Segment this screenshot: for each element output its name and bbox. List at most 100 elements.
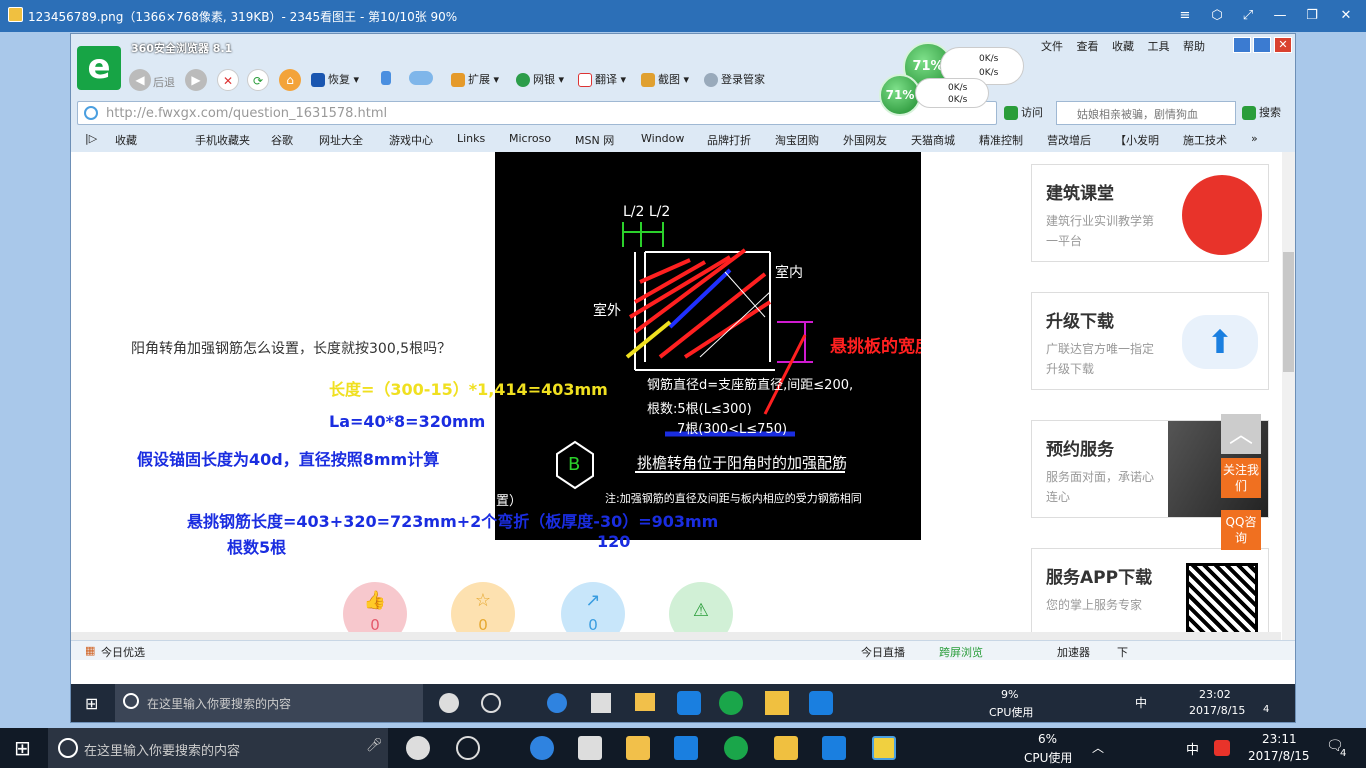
browser-minimize-button[interactable] bbox=[1233, 37, 1251, 53]
inner-cpu-value: 9% bbox=[1001, 688, 1019, 701]
notes-icon[interactable] bbox=[774, 736, 798, 760]
task-view-icon[interactable] bbox=[439, 693, 459, 713]
folder-icon[interactable] bbox=[626, 736, 650, 760]
browser-g-icon[interactable] bbox=[481, 693, 501, 713]
2345-icon[interactable] bbox=[677, 691, 701, 715]
back-button[interactable]: ◀ bbox=[129, 69, 151, 91]
fav-item[interactable]: 网址大全 bbox=[319, 132, 363, 148]
search-input[interactable]: 姑娘相亲被骗，剧情狗血 bbox=[1056, 101, 1236, 125]
inner-notification-count[interactable]: 4 bbox=[1263, 704, 1269, 715]
menu-file[interactable]: 文件 bbox=[1041, 40, 1063, 53]
restore-label: 恢复 bbox=[328, 73, 350, 86]
fav-item[interactable]: 淘宝团购 bbox=[775, 132, 819, 148]
folder-icon[interactable] bbox=[635, 693, 655, 711]
browser-maximize-button[interactable] bbox=[1253, 37, 1271, 53]
menu-tools[interactable]: 工具 bbox=[1148, 40, 1170, 53]
horizontal-scrollbar[interactable] bbox=[71, 632, 1281, 640]
menu-view[interactable]: 查看 bbox=[1077, 40, 1099, 53]
bank-button[interactable]: 网银 ▾ bbox=[516, 71, 564, 89]
edge-icon[interactable] bbox=[530, 736, 554, 760]
menu-help[interactable]: 帮助 bbox=[1183, 40, 1205, 53]
cortana-icon bbox=[123, 693, 139, 709]
status-accelerator[interactable]: 加速器 bbox=[1057, 644, 1090, 660]
notes-icon[interactable] bbox=[765, 691, 789, 715]
status-download[interactable]: 下 bbox=[1117, 644, 1128, 660]
task-view-icon[interactable] bbox=[406, 736, 430, 760]
fav-item[interactable]: Links bbox=[457, 132, 485, 145]
follow-us-button[interactable]: 关注我们 bbox=[1221, 458, 1261, 498]
fav-item[interactable]: 【小发明 bbox=[1115, 132, 1159, 148]
sidebar-toggle-icon[interactable]: |▷ bbox=[85, 132, 97, 145]
fav-item[interactable]: 施工技术 bbox=[1183, 132, 1227, 148]
360-browser-icon[interactable] bbox=[724, 736, 748, 760]
ime-indicator[interactable]: 中 bbox=[1186, 739, 1199, 758]
qq-consult-button[interactable]: QQ咨询 bbox=[1221, 510, 1261, 550]
fav-item[interactable]: 营改增后 bbox=[1047, 132, 1091, 148]
more-chevron-icon[interactable]: » bbox=[1251, 132, 1258, 145]
share-icon: ↗ bbox=[585, 590, 601, 611]
fav-item[interactable]: 收藏 bbox=[115, 132, 137, 148]
microphone-icon[interactable]: 🎤︎ bbox=[366, 738, 383, 753]
fav-item[interactable]: Microso bbox=[509, 132, 551, 145]
skin-icon[interactable]: ⬡ bbox=[1207, 6, 1227, 26]
start-icon[interactable]: ⊞ bbox=[14, 736, 31, 760]
back-to-top-button[interactable]: ︿ bbox=[1221, 414, 1261, 454]
fav-item[interactable]: 谷歌 bbox=[271, 132, 293, 148]
start-icon[interactable]: ⊞ bbox=[85, 694, 98, 713]
restore-button[interactable]: 恢复 ▾ bbox=[311, 71, 359, 89]
card-upgrade[interactable]: 升级下载 广联达官方唯一指定升级下载 ⬆ bbox=[1031, 292, 1269, 390]
scroll-thumb[interactable] bbox=[1283, 252, 1294, 372]
fav-item[interactable]: 外国网友 bbox=[843, 132, 887, 148]
edge-icon[interactable] bbox=[547, 693, 567, 713]
extend-button[interactable]: 扩展 ▾ bbox=[451, 71, 499, 89]
refresh-button[interactable]: ⟳ bbox=[247, 69, 269, 91]
2345-icon[interactable] bbox=[674, 736, 698, 760]
add-app-icon[interactable] bbox=[822, 736, 846, 760]
screenshot-button[interactable]: 截图 ▾ bbox=[641, 71, 689, 89]
status-cross-screen[interactable]: 跨屏浏览 bbox=[939, 644, 983, 660]
home-button[interactable]: ⌂ bbox=[279, 69, 301, 91]
360-browser-icon[interactable] bbox=[719, 691, 743, 715]
scissors-icon bbox=[641, 73, 655, 87]
fav-item[interactable]: 品牌打折 bbox=[707, 132, 751, 148]
login-manager-button[interactable]: 登录管家 bbox=[704, 71, 765, 89]
browser-close-button[interactable]: ✕ bbox=[1274, 37, 1292, 53]
taskbar-search-box[interactable]: 在这里输入你要搜索的内容 🎤︎ bbox=[48, 728, 388, 768]
fav-item[interactable]: 精准控制 bbox=[979, 132, 1023, 148]
inner-ime[interactable]: 中 bbox=[1135, 694, 1147, 711]
fav-item[interactable]: 游戏中心 bbox=[389, 132, 433, 148]
address-bar[interactable]: http://e.fwxgx.com/question_1631578.html bbox=[77, 101, 997, 125]
search-button[interactable]: 搜索 bbox=[1238, 101, 1290, 125]
translate-button[interactable]: 翻译 ▾ bbox=[578, 71, 626, 89]
card-classroom[interactable]: 建筑课堂 建筑行业实训教学第一平台 bbox=[1031, 164, 1269, 262]
vertical-scrollbar[interactable] bbox=[1282, 152, 1295, 642]
fav-item[interactable]: MSN 网 bbox=[575, 132, 614, 148]
maximize-button[interactable]: ❐ bbox=[1302, 6, 1322, 26]
inner-search-box[interactable]: 在这里输入你要搜索的内容 bbox=[115, 684, 423, 722]
add-app-icon[interactable] bbox=[809, 691, 833, 715]
cloud-icon[interactable] bbox=[409, 71, 436, 89]
store-icon[interactable] bbox=[591, 693, 611, 713]
card-title: 升级下载 bbox=[1046, 312, 1114, 332]
status-live[interactable]: 今日直播 bbox=[861, 644, 905, 660]
minimize-button[interactable]: — bbox=[1270, 6, 1290, 26]
close-button[interactable]: ✕ bbox=[1336, 6, 1356, 26]
menu-icon[interactable]: ≡ bbox=[1175, 6, 1195, 26]
forward-button[interactable]: ▶ bbox=[185, 69, 207, 91]
menu-favorites[interactable]: 收藏 bbox=[1112, 40, 1134, 53]
browser-g-icon[interactable] bbox=[456, 736, 480, 760]
translate-label: 翻译 bbox=[595, 73, 617, 86]
image-viewer-icon[interactable] bbox=[872, 736, 896, 760]
tray-chevron-icon[interactable]: ︿ bbox=[1092, 739, 1104, 756]
sogou-icon[interactable] bbox=[1214, 740, 1230, 756]
status-today-pick[interactable]: 今日优选 bbox=[101, 644, 145, 660]
fullscreen-icon[interactable]: ⤢ bbox=[1238, 6, 1258, 26]
fav-item[interactable]: 手机收藏夹 bbox=[195, 132, 250, 148]
fav-item[interactable]: Window bbox=[641, 132, 684, 145]
phone-icon[interactable] bbox=[381, 71, 394, 89]
go-button[interactable]: 访问 bbox=[1004, 104, 1043, 120]
fav-item[interactable]: 天猫商城 bbox=[911, 132, 955, 148]
classroom-logo-icon bbox=[1182, 175, 1262, 255]
stop-button[interactable]: ✕ bbox=[217, 69, 239, 91]
store-icon[interactable] bbox=[578, 736, 602, 760]
